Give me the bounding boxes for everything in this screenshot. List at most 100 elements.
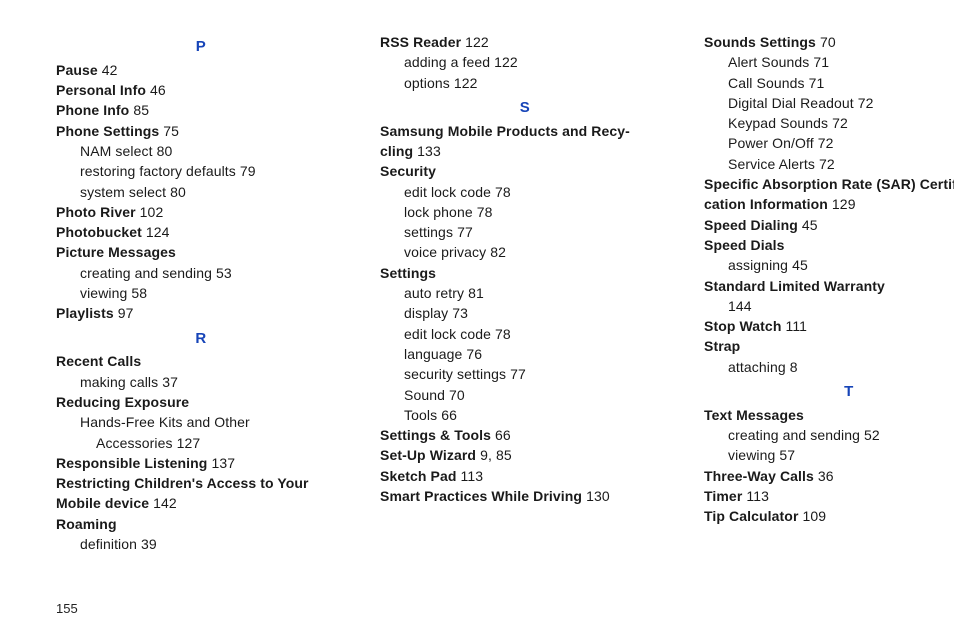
index-subentry: edit lock code 78	[380, 182, 670, 202]
index-entry: cation Information 129	[704, 194, 954, 214]
index-subentry-text: Tools	[404, 407, 437, 423]
index-term: RSS Reader	[380, 34, 461, 50]
index-page-ref: 45	[792, 257, 808, 273]
index-subentry: 144	[704, 296, 954, 316]
index-entry: Personal Info 46	[56, 80, 346, 100]
index-page-ref: 77	[457, 224, 473, 240]
index-subentry-text: Alert Sounds	[728, 54, 809, 70]
index-term: Responsible Listening	[56, 455, 207, 471]
index-subentry-text: creating and sending	[80, 265, 212, 281]
index-subentry-text: lock phone	[404, 204, 473, 220]
index-subentry-text: creating and sending	[728, 427, 860, 443]
index-page-ref: 73	[452, 305, 468, 321]
index-entry: Picture Messages	[56, 242, 346, 262]
index-page-ref: 72	[818, 135, 834, 151]
index-term: Sketch Pad	[380, 468, 456, 484]
index-entry: Speed Dialing 45	[704, 215, 954, 235]
index-subentry-text: Sound	[404, 387, 445, 403]
index-subentry-text: voice privacy	[404, 244, 486, 260]
index-term: Samsung Mobile Products and Recy-	[380, 123, 630, 139]
index-subentry-text: Power On/Off	[728, 135, 814, 151]
index-subentry: creating and sending 52	[704, 425, 954, 445]
index-entry: Strap	[704, 336, 954, 356]
index-subentry-text: Digital Dial Readout	[728, 95, 854, 111]
index-page-ref: 81	[468, 285, 484, 301]
index-page-ref: 80	[170, 184, 186, 200]
index-page-ref: 70	[820, 34, 836, 50]
index-page: PPause 42Personal Info 46Phone Info 85Ph…	[0, 0, 954, 636]
index-term: Photo River	[56, 204, 136, 220]
index-entry: Settings	[380, 263, 670, 283]
index-subentry-text: NAM select	[80, 143, 153, 159]
index-page-ref: 85	[133, 102, 149, 118]
index-subentry-text: restoring factory defaults	[80, 163, 236, 179]
index-subentry: viewing 58	[56, 283, 346, 303]
index-subentry-text: settings	[404, 224, 453, 240]
index-page-ref: 97	[118, 305, 134, 321]
index-term: Strap	[704, 338, 740, 354]
index-subentry-text: security settings	[404, 366, 506, 382]
index-entry: Reducing Exposure	[56, 392, 346, 412]
index-subentry: Call Sounds 71	[704, 73, 954, 93]
index-subentry: display 73	[380, 303, 670, 323]
index-subentry-text: system select	[80, 184, 166, 200]
index-entry: Photo River 102	[56, 202, 346, 222]
section-letter: T	[704, 381, 954, 403]
index-term: cation Information	[704, 196, 828, 212]
index-page-ref: 46	[150, 82, 166, 98]
index-term: Stop Watch	[704, 318, 781, 334]
index-term: Sounds Settings	[704, 34, 816, 50]
index-entry: Text Messages	[704, 405, 954, 425]
index-subentry: system select 80	[56, 182, 346, 202]
index-subentry-text: definition	[80, 536, 137, 552]
index-subentry: Digital Dial Readout 72	[704, 93, 954, 113]
index-subentry: making calls 37	[56, 372, 346, 392]
index-term: Recent Calls	[56, 353, 141, 369]
index-page-ref: 79	[240, 163, 256, 179]
index-page-ref: 57	[779, 447, 795, 463]
index-subentry-text: making calls	[80, 374, 158, 390]
index-entry: Recent Calls	[56, 351, 346, 371]
index-page-ref: 127	[177, 435, 201, 451]
index-page-ref: 42	[102, 62, 118, 78]
index-subentry: NAM select 80	[56, 141, 346, 161]
index-entry: Restricting Children's Access to Your	[56, 473, 346, 493]
index-subentry-text: Keypad Sounds	[728, 115, 828, 131]
section-letter: S	[380, 97, 670, 119]
index-page-ref: 78	[495, 184, 511, 200]
index-subentry: assigning 45	[704, 255, 954, 275]
index-entry: Mobile device 142	[56, 493, 346, 513]
index-page-ref: 58	[131, 285, 147, 301]
index-term: Settings	[380, 265, 436, 281]
index-subentry: Service Alerts 72	[704, 154, 954, 174]
index-page-ref: 45	[802, 217, 818, 233]
index-page-ref: 71	[813, 54, 829, 70]
index-term: Mobile device	[56, 495, 149, 511]
index-term: cling	[380, 143, 413, 159]
index-term: Reducing Exposure	[56, 394, 189, 410]
index-entry: Phone Settings 75	[56, 121, 346, 141]
index-subentry-text: viewing	[728, 447, 775, 463]
index-subentry-text: edit lock code	[404, 184, 491, 200]
index-page-ref: 53	[216, 265, 232, 281]
index-subentry-text: attaching	[728, 359, 786, 375]
index-page-ref: 72	[858, 95, 874, 111]
index-entry: Samsung Mobile Products and Recy-	[380, 121, 670, 141]
index-page-ref: 8	[790, 359, 798, 375]
index-term: Text Messages	[704, 407, 804, 423]
index-subentry-text: Hands-Free Kits and Other	[80, 414, 250, 430]
index-subentry: language 76	[380, 344, 670, 364]
index-entry: Specific Absorption Rate (SAR) Certifi-	[704, 174, 954, 194]
index-subentry: Sound 70	[380, 385, 670, 405]
index-term: Picture Messages	[56, 244, 176, 260]
index-entry: Pause 42	[56, 60, 346, 80]
index-page-ref: 129	[832, 196, 856, 212]
index-subentry: definition 39	[56, 534, 346, 554]
index-subentry: edit lock code 78	[380, 324, 670, 344]
index-page-ref: 66	[495, 427, 511, 443]
index-column-1: PPause 42Personal Info 46Phone Info 85Ph…	[56, 32, 346, 554]
index-subentry-text: edit lock code	[404, 326, 491, 342]
index-page-ref: 122	[494, 54, 518, 70]
index-page-ref: 102	[140, 204, 164, 220]
index-subentry: voice privacy 82	[380, 242, 670, 262]
